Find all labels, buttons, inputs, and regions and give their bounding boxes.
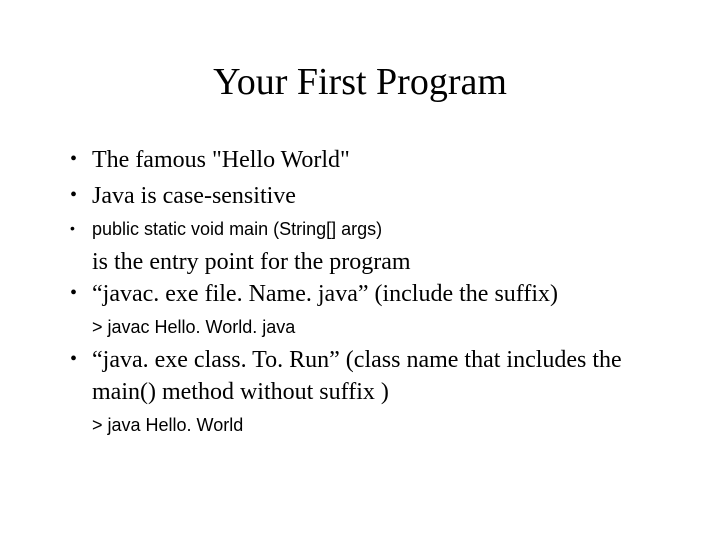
- bullet-item-code: public static void main (String[] args): [60, 217, 660, 242]
- bullet-item: The famous "Hello World": [60, 144, 660, 176]
- bullet-continuation: is the entry point for the program: [60, 246, 660, 278]
- bullet-item: Java is case-sensitive: [60, 180, 660, 212]
- bullet-item: “java. exe class. To. Run” (class name t…: [60, 344, 660, 409]
- bullet-item: “javac. exe file. Name. java” (include t…: [60, 278, 660, 310]
- slide-title: Your First Program: [60, 60, 660, 104]
- bullet-subtext: > java Hello. World: [60, 413, 660, 438]
- bullet-list: The famous "Hello World" Java is case-se…: [60, 144, 660, 242]
- bullet-subtext: > javac Hello. World. java: [60, 315, 660, 340]
- bullet-list: “java. exe class. To. Run” (class name t…: [60, 344, 660, 409]
- bullet-list: “javac. exe file. Name. java” (include t…: [60, 278, 660, 310]
